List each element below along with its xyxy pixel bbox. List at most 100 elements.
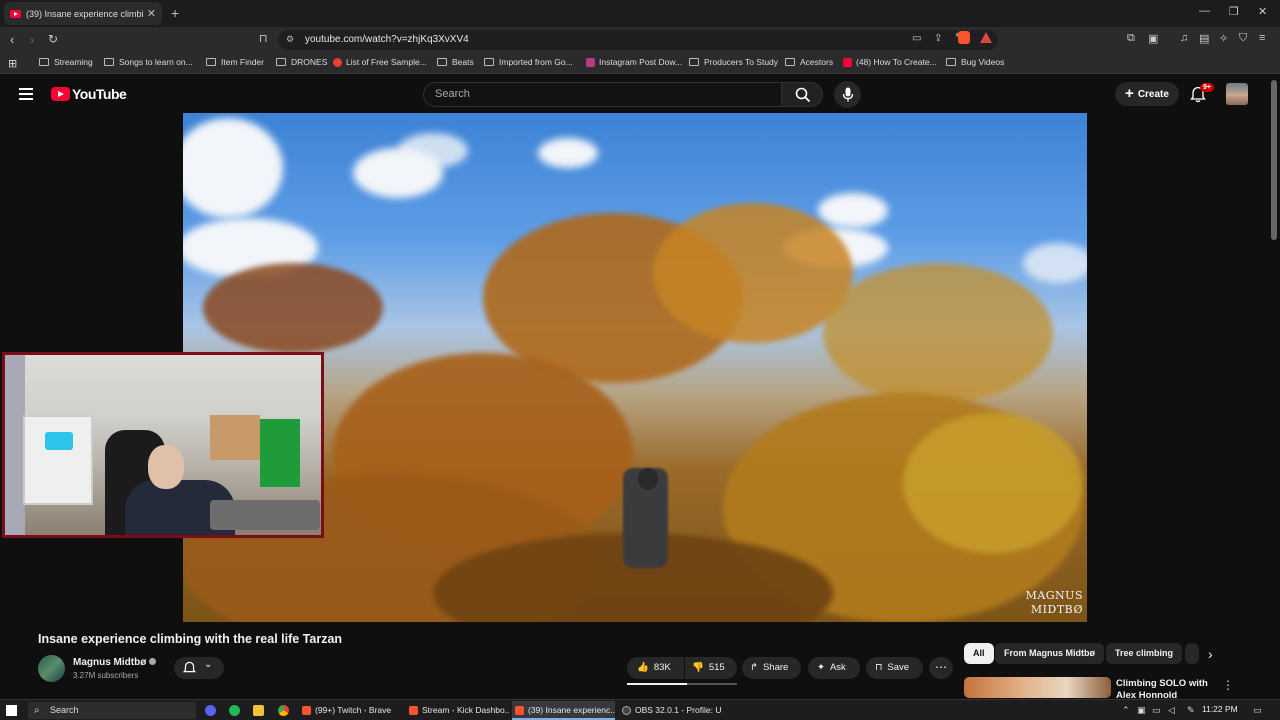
bookmark-producers[interactable]: Producers To Study bbox=[689, 57, 778, 67]
chevron-right-icon[interactable]: › bbox=[1208, 646, 1213, 662]
address-bar[interactable]: ⚙ youtube.com/watch?v=zhjKq3XvXV4 ▭ ⇪ ✎ bbox=[278, 30, 998, 50]
save-button[interactable]: ⊓ Save bbox=[866, 657, 923, 679]
bookmark-how-to-create[interactable]: (48) How To Create... bbox=[843, 57, 937, 67]
recommended-video-thumbnail[interactable] bbox=[964, 677, 1111, 698]
chip-all[interactable]: All bbox=[964, 643, 994, 664]
youtube-header: YouTube Search + Create 9+ bbox=[0, 75, 1280, 113]
more-vertical-icon[interactable]: ⋮ bbox=[1222, 678, 1234, 692]
bookmark-songs[interactable]: Songs to learn on... bbox=[104, 57, 193, 67]
taskbar-clock[interactable]: 11:22 PM bbox=[1202, 704, 1238, 714]
new-tab-icon[interactable]: + bbox=[171, 5, 179, 21]
taskbar-app-kick[interactable]: Stream - Kick Dashbo... bbox=[406, 701, 509, 720]
bookmark-bug-videos[interactable]: Bug Videos bbox=[946, 57, 1004, 67]
site-icon bbox=[333, 57, 342, 67]
guide-menu-icon[interactable] bbox=[19, 88, 33, 103]
chip-tree-climbing[interactable]: Tree climbing bbox=[1106, 643, 1183, 664]
apps-grid-icon[interactable]: ⊞ bbox=[8, 57, 17, 70]
taskbar-app-twitch[interactable]: (99+) Twitch - Brave bbox=[299, 701, 402, 720]
bookmark-free-samples[interactable]: List of Free Sample... bbox=[333, 57, 427, 67]
taskbar-app-youtube[interactable]: (39) Insane experienc... bbox=[512, 701, 615, 720]
file-explorer-icon[interactable] bbox=[253, 705, 264, 716]
bookmark-instagram[interactable]: Instagram Post Dow... bbox=[586, 57, 682, 67]
back-icon[interactable]: ‹ bbox=[10, 32, 14, 47]
scrollbar-thumb[interactable] bbox=[1271, 80, 1277, 240]
watermark-line-1: MAGNUS bbox=[1025, 589, 1083, 602]
vpn-icon[interactable]: ⛉ bbox=[1239, 32, 1247, 45]
tray-overflow-icon[interactable]: ⌃ bbox=[1122, 705, 1130, 716]
share-button[interactable]: ↱ Share bbox=[742, 657, 801, 679]
channel-avatar[interactable] bbox=[38, 655, 65, 682]
spotify-icon[interactable] bbox=[229, 705, 240, 716]
reload-icon[interactable]: ↻ bbox=[48, 32, 58, 46]
microphone-icon bbox=[842, 87, 854, 102]
tray-network-icon[interactable]: ▭ bbox=[1152, 705, 1161, 716]
youtube-favicon-icon bbox=[10, 9, 21, 18]
brave-shields-icon[interactable] bbox=[958, 31, 970, 44]
channel-name[interactable]: Magnus Midtbø bbox=[73, 657, 157, 668]
taskbar-app-obs[interactable]: OBS 32.0.1 - Profile: U... bbox=[619, 701, 722, 720]
chip-from-channel[interactable]: From Magnus Midtbø bbox=[995, 643, 1104, 664]
bookmark-beats[interactable]: Beats bbox=[437, 57, 474, 67]
bookmark-imported[interactable]: Imported from Go... bbox=[484, 57, 573, 67]
ask-button[interactable]: ✦ Ask bbox=[808, 657, 860, 679]
ask-label: Ask bbox=[829, 662, 846, 673]
minimize-icon[interactable]: — bbox=[1199, 5, 1210, 17]
bookmark-page-icon[interactable]: ⊓ bbox=[259, 32, 268, 45]
wallet-icon[interactable]: ▣ bbox=[1148, 32, 1158, 45]
account-avatar[interactable] bbox=[1226, 83, 1248, 105]
recommended-video-title[interactable]: Climbing SOLO with Alex Honnold bbox=[1116, 678, 1216, 698]
leo-ai-icon[interactable]: ✧ bbox=[1219, 32, 1228, 45]
tray-app-icon[interactable]: ▣ bbox=[1137, 705, 1146, 716]
close-tab-icon[interactable]: ✕ bbox=[147, 7, 156, 20]
bookmark-item-finder[interactable]: Item Finder bbox=[206, 57, 264, 67]
taskbar-search[interactable]: ⌕ Search bbox=[28, 702, 196, 719]
extensions-icon[interactable]: ⧉ bbox=[1127, 32, 1135, 45]
site-info-icon[interactable]: ⚙ bbox=[286, 34, 294, 45]
sidebar-icon[interactable]: ▤ bbox=[1199, 32, 1209, 45]
bookmark-icon: ⊓ bbox=[875, 662, 883, 673]
folder-icon bbox=[276, 58, 286, 66]
share-page-icon[interactable]: ⇪ bbox=[934, 33, 942, 44]
bookmark-label: (48) How To Create... bbox=[856, 57, 937, 67]
subscribed-notifications-button[interactable]: ⌄ bbox=[174, 657, 224, 679]
browser-tab-youtube[interactable]: (39) Insane experience climbi ✕ bbox=[4, 2, 162, 25]
subscriber-count: 3.27M subscribers bbox=[73, 671, 139, 680]
forward-icon[interactable]: › bbox=[30, 32, 34, 47]
brave-rewards-icon[interactable] bbox=[980, 32, 992, 43]
bookmark-acestors[interactable]: Acestors bbox=[785, 57, 833, 67]
sparkle-icon: ✦ bbox=[817, 662, 825, 673]
close-window-icon[interactable]: ✕ bbox=[1258, 5, 1267, 18]
tray-volume-icon[interactable]: ◁ bbox=[1168, 705, 1175, 716]
share-label: Share bbox=[762, 662, 789, 673]
bookmark-streaming[interactable]: Streaming bbox=[39, 57, 93, 67]
windows-start-icon[interactable] bbox=[6, 705, 17, 716]
youtube-icon bbox=[843, 57, 852, 67]
search-button[interactable] bbox=[781, 82, 823, 107]
youtube-logo-text: YouTube bbox=[72, 86, 127, 102]
chip-next-partial[interactable] bbox=[1185, 643, 1199, 664]
like-button[interactable]: 👍 83K bbox=[627, 657, 684, 679]
voice-search-button[interactable] bbox=[834, 81, 861, 108]
menu-icon[interactable]: ≡ bbox=[1259, 32, 1265, 44]
folder-icon bbox=[689, 58, 699, 66]
bookmark-label: Imported from Go... bbox=[499, 57, 573, 67]
search-input[interactable]: Search bbox=[423, 82, 782, 107]
more-actions-button[interactable]: ⋯ bbox=[929, 657, 953, 679]
dislike-button[interactable]: 👎 515 bbox=[685, 657, 737, 679]
chrome-icon[interactable] bbox=[278, 705, 289, 716]
bookmark-label: Bug Videos bbox=[961, 57, 1005, 67]
create-label: Create bbox=[1137, 89, 1169, 100]
bookmark-label: Streaming bbox=[54, 57, 93, 67]
browser-tab-bar: (39) Insane experience climbi ✕ + — ❐ ✕ bbox=[0, 0, 1280, 27]
create-button[interactable]: + Create bbox=[1115, 82, 1179, 106]
tray-pen-icon[interactable]: ✎ bbox=[1187, 705, 1195, 716]
cast-icon[interactable]: ▭ bbox=[912, 33, 921, 44]
discord-icon[interactable] bbox=[205, 705, 216, 716]
search-icon: ⌕ bbox=[34, 705, 40, 716]
media-icon[interactable]: ♫ bbox=[1180, 32, 1188, 44]
bookmark-drones[interactable]: DRONES bbox=[276, 57, 327, 67]
chevron-down-icon: ⌄ bbox=[204, 659, 213, 670]
maximize-icon[interactable]: ❐ bbox=[1229, 5, 1239, 18]
taskbar-app-label: OBS 32.0.1 - Profile: U... bbox=[635, 705, 722, 715]
notification-center-icon[interactable]: ▭ bbox=[1253, 705, 1262, 716]
